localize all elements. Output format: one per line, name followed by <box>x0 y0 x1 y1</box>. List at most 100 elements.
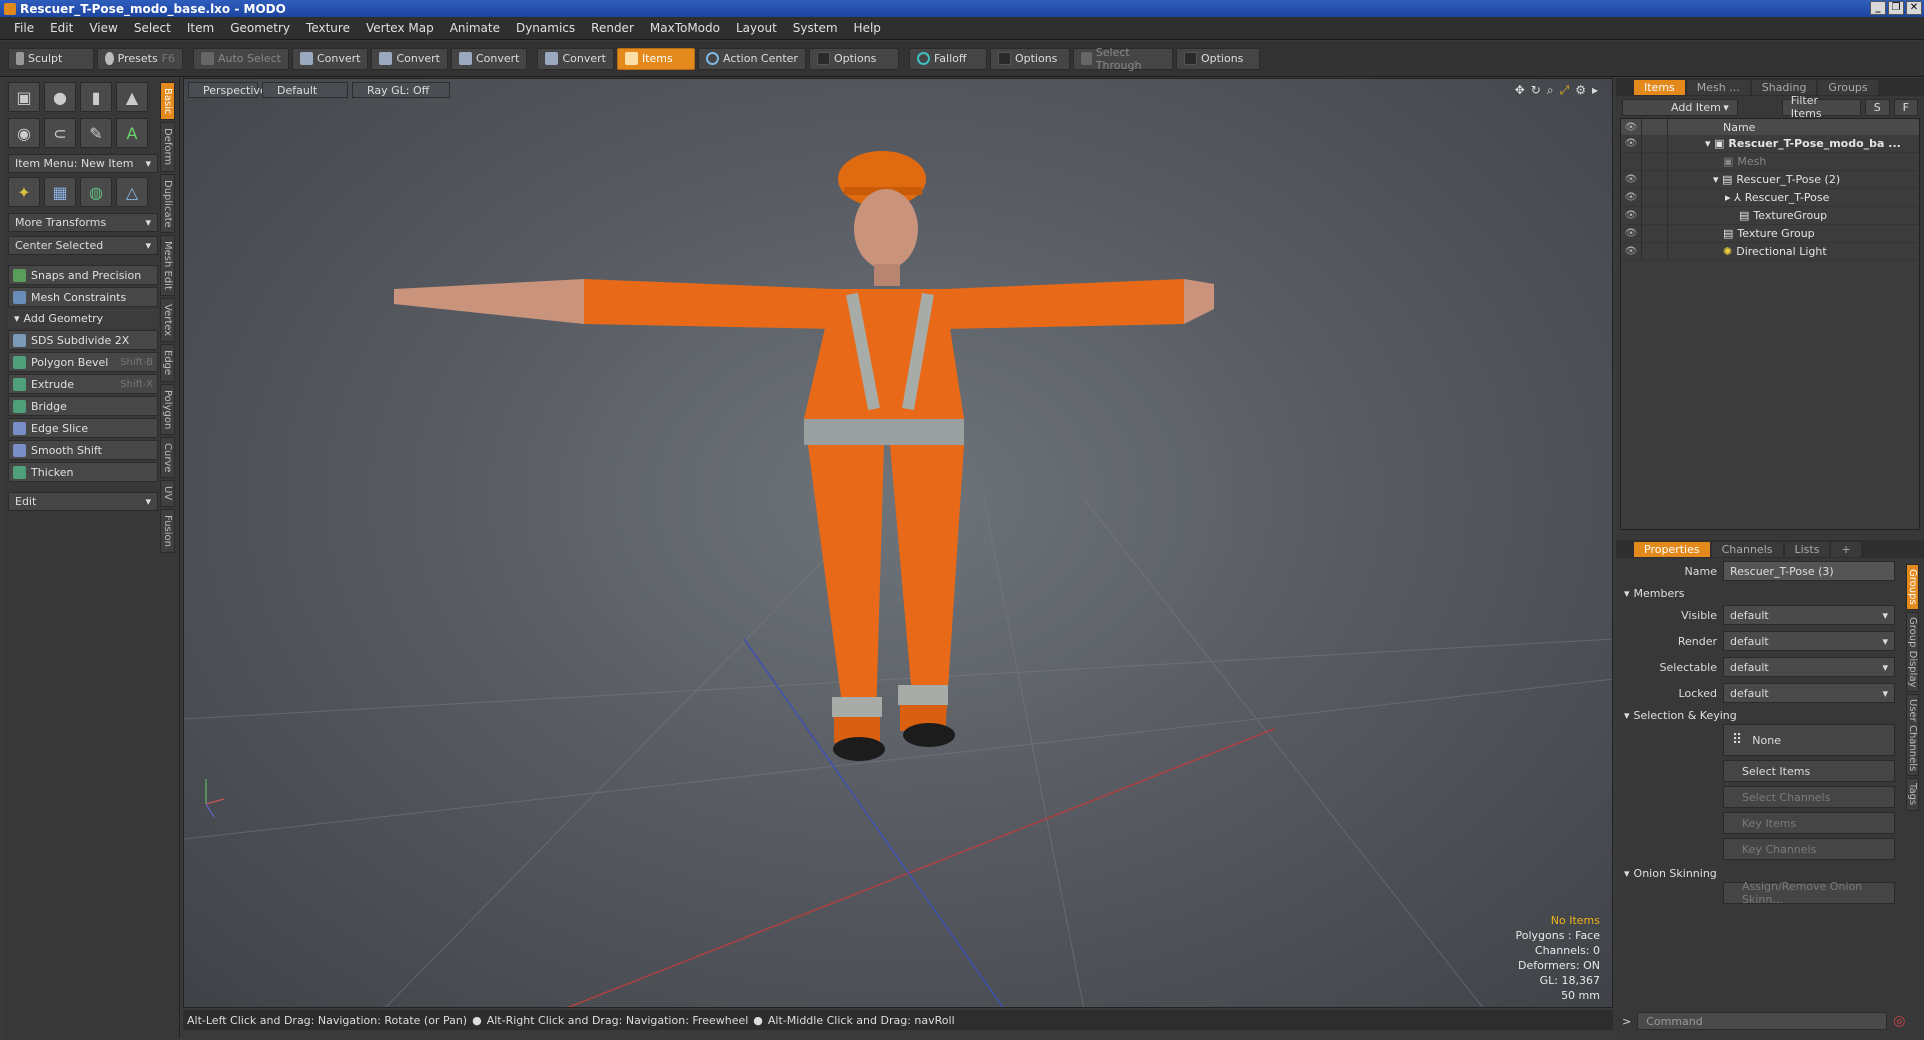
tab-groups-side[interactable]: Groups <box>1906 564 1919 610</box>
tab-fusion[interactable]: Fusion <box>160 508 175 553</box>
item-row-directional-light[interactable]: 👁 ✺ Directional Light <box>1621 243 1919 261</box>
members-header[interactable]: ▾ Members <box>1616 584 1924 602</box>
capsule-primitive-icon[interactable]: ⊂ <box>44 118 76 148</box>
select-through-options-button[interactable]: Options <box>1175 47 1260 70</box>
edge-slice-button[interactable]: Edge Slice <box>8 418 158 438</box>
tab-mesh[interactable]: Mesh ... <box>1686 79 1750 95</box>
zoom-icon[interactable]: ⌕ <box>1547 83 1554 98</box>
tab-shading[interactable]: Shading <box>1751 79 1817 95</box>
key-items-button[interactable]: Key Items <box>1723 812 1895 834</box>
cone-primitive-icon[interactable]: ▲ <box>116 82 148 112</box>
pan-icon[interactable]: ✥ <box>1515 83 1525 98</box>
transform-icon[interactable]: ✦ <box>8 177 40 207</box>
tab-add[interactable]: + <box>1831 541 1861 557</box>
menu-dynamics[interactable]: Dynamics <box>508 21 583 35</box>
select-through-button[interactable]: Select Through <box>1072 46 1173 72</box>
tab-deform[interactable]: Deform <box>160 122 175 172</box>
name-field[interactable]: Rescuer_T-Pose (3) <box>1723 561 1895 581</box>
none-button[interactable]: ⠿ None <box>1723 724 1895 756</box>
restore-button[interactable]: ❐ <box>1888 1 1904 15</box>
add-item-dropdown[interactable]: Add Item ▾ <box>1622 98 1738 116</box>
menu-render[interactable]: Render <box>583 21 642 35</box>
raygl-toggle[interactable]: Ray GL: Off <box>352 82 450 98</box>
pyramid-icon[interactable]: △ <box>116 177 148 207</box>
menu-geometry[interactable]: Geometry <box>222 21 298 35</box>
snaps-precision-button[interactable]: Snaps and Precision <box>8 265 158 285</box>
pen-tool-icon[interactable]: ✎ <box>80 118 112 148</box>
visibility-eye-icon[interactable]: 👁 <box>1621 228 1641 239</box>
s-toggle[interactable]: S <box>1864 98 1890 116</box>
presets-button[interactable]: Presets F6 <box>97 47 183 70</box>
locked-dropdown[interactable]: default ▾ <box>1723 683 1895 703</box>
item-row-texture-group[interactable]: 👁 ▤ Texture Group <box>1621 225 1919 243</box>
minimize-button[interactable]: _ <box>1870 1 1886 15</box>
bridge-button[interactable]: Bridge <box>8 396 158 416</box>
falloff-options-button[interactable]: Options <box>989 47 1070 70</box>
key-channels-button[interactable]: Key Channels <box>1723 838 1895 860</box>
polygon-bevel-button[interactable]: Polygon Bevel Shift-B <box>8 352 158 372</box>
selectable-dropdown[interactable]: default ▾ <box>1723 657 1895 677</box>
auto-select-button[interactable]: Auto Select <box>193 47 289 70</box>
sphere-primitive-icon[interactable]: ● <box>44 82 76 112</box>
menu-texture[interactable]: Texture <box>298 21 358 35</box>
rotate-icon[interactable]: ↻ <box>1531 83 1541 98</box>
viewport-gear-icon[interactable]: ⚙ <box>1575 83 1586 98</box>
edit-dropdown[interactable]: Edit ▾ <box>8 492 158 511</box>
record-icon[interactable]: ◎ <box>1893 1013 1905 1029</box>
f-toggle[interactable]: F <box>1893 98 1918 116</box>
convert-polygon-button[interactable]: Convert <box>450 47 528 70</box>
fit-icon[interactable]: ⤢ <box>1560 83 1570 98</box>
menu-select[interactable]: Select <box>126 21 179 35</box>
action-center-options-button[interactable]: Options <box>808 47 899 70</box>
convert-item-button[interactable]: Convert <box>537 47 614 70</box>
falloff-button[interactable]: Falloff <box>908 47 987 70</box>
tab-basic[interactable]: Basic <box>160 82 175 121</box>
torus-primitive-icon[interactable]: ◉ <box>8 118 40 148</box>
item-row-texture-group-inner[interactable]: 👁 ▤ TextureGroup <box>1621 207 1919 225</box>
3d-viewport[interactable]: Perspective Default Ray GL: Off ✥ ↻ ⌕ ⤢ … <box>183 78 1613 1008</box>
grid-icon[interactable]: ▦ <box>44 177 76 207</box>
convert-edge-button[interactable]: Convert <box>371 47 448 70</box>
tab-user-channels[interactable]: User Channels <box>1906 694 1919 777</box>
item-row-group-2[interactable]: 👁 ▾ ▤ Rescuer_T-Pose (2) <box>1621 171 1919 189</box>
command-input[interactable]: Command <box>1637 1012 1888 1030</box>
tab-lists[interactable]: Lists <box>1784 541 1830 557</box>
rescuer-model[interactable] <box>394 151 1214 761</box>
sphere-grid-icon[interactable]: ◍ <box>80 177 112 207</box>
menu-maxtomodo[interactable]: MaxToModo <box>642 21 728 35</box>
menu-layout[interactable]: Layout <box>728 21 785 35</box>
center-selected-dropdown[interactable]: Center Selected ▾ <box>8 236 158 255</box>
item-row-rig[interactable]: 👁 ▸ ⅄ Rescuer_T-Pose <box>1621 189 1919 207</box>
tab-group-display[interactable]: Group Display <box>1906 611 1919 693</box>
render-dropdown[interactable]: default ▾ <box>1723 631 1895 651</box>
tab-uv[interactable]: UV <box>160 480 175 507</box>
tab-items[interactable]: Items <box>1634 79 1685 95</box>
sculpt-button[interactable]: Sculpt <box>8 47 94 70</box>
cylinder-primitive-icon[interactable]: ▮ <box>80 82 112 112</box>
smooth-shift-button[interactable]: Smooth Shift <box>8 440 158 460</box>
menu-help[interactable]: Help <box>846 21 889 35</box>
menu-file[interactable]: File <box>6 21 42 35</box>
selection-keying-header[interactable]: ▾ Selection & Keying <box>1616 706 1924 724</box>
action-center-button[interactable]: Action Center <box>697 47 806 70</box>
sds-subdivide-button[interactable]: SDS Subdivide 2X <box>8 330 158 350</box>
assign-onion-skinning-button[interactable]: Assign/Remove Onion Skinn... <box>1723 880 1895 906</box>
tab-edge[interactable]: Edge <box>160 344 175 382</box>
menu-view[interactable]: View <box>81 21 125 35</box>
close-button[interactable]: ✕ <box>1906 1 1922 15</box>
visibility-eye-icon[interactable]: 👁 <box>1621 138 1641 149</box>
tab-vertex[interactable]: Vertex <box>160 298 175 343</box>
tab-polygon[interactable]: Polygon <box>160 383 175 435</box>
select-items-button[interactable]: Select Items <box>1723 760 1895 782</box>
tab-channels[interactable]: Channels <box>1711 541 1783 557</box>
item-row-scene[interactable]: 👁 ▾ ▣ Rescuer_T-Pose_modo_ba ... <box>1621 135 1919 153</box>
tab-groups[interactable]: Groups <box>1818 79 1878 95</box>
tab-mesh-edit[interactable]: Mesh Edit <box>160 235 175 297</box>
viewport-menu-arrow-icon[interactable]: ▸ <box>1592 83 1598 98</box>
convert-vertex-button[interactable]: Convert <box>291 47 369 70</box>
text-tool-icon[interactable]: A <box>116 118 148 148</box>
tab-duplicate[interactable]: Duplicate <box>160 173 175 234</box>
tab-curve[interactable]: Curve <box>160 436 175 479</box>
items-mode-button[interactable]: Items <box>616 47 695 70</box>
visibility-eye-icon[interactable]: 👁 <box>1621 246 1641 257</box>
